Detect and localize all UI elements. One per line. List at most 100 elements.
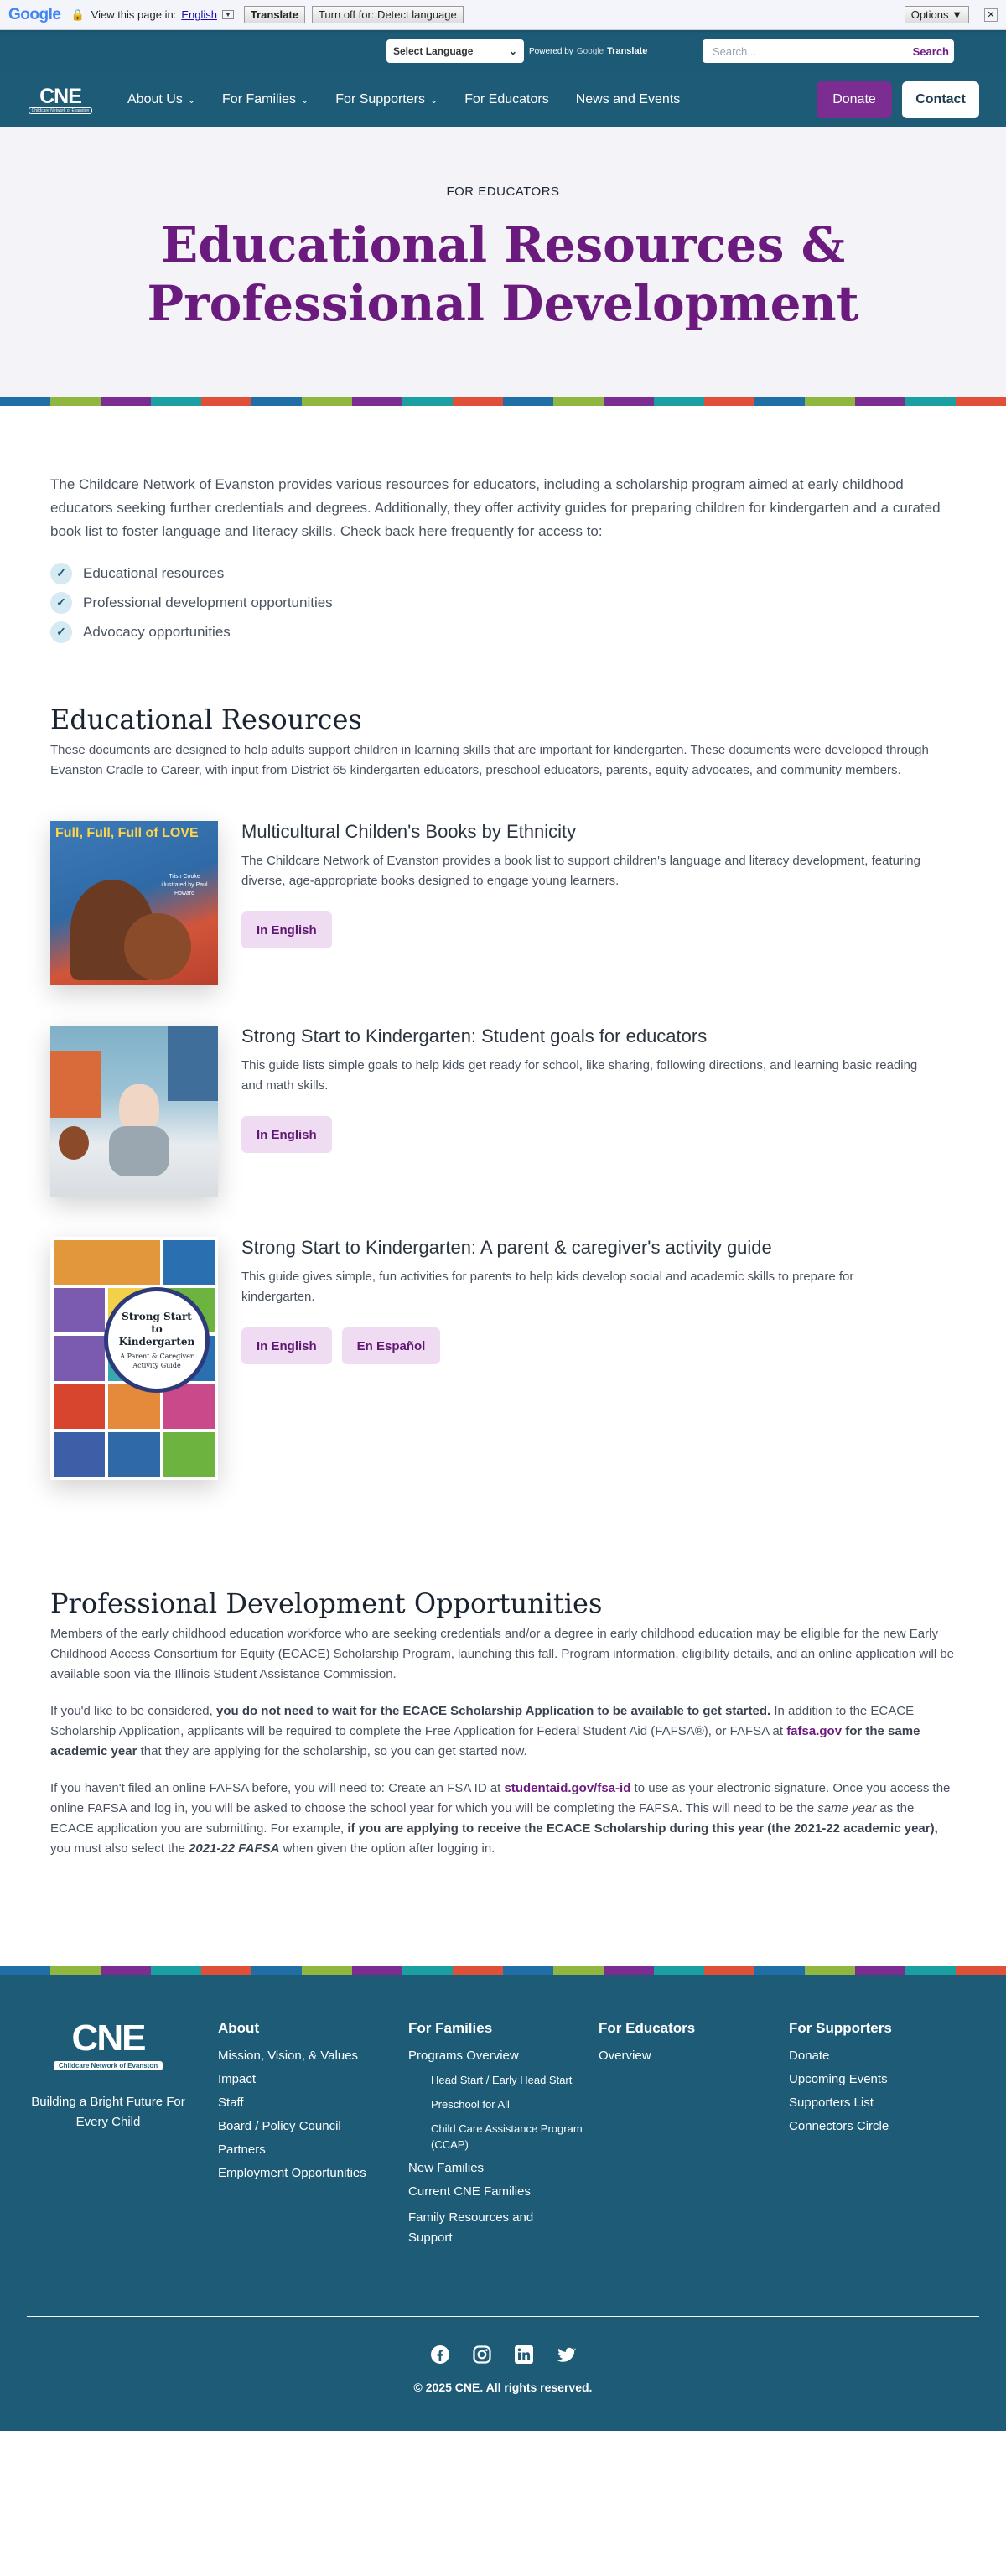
stripe-segment	[654, 1966, 704, 1975]
illustration	[124, 913, 191, 980]
footer-sublink[interactable]: Child Care Assistance Program (CCAP)	[408, 2121, 599, 2153]
cover-author: Trish Cooke	[169, 874, 200, 880]
stripe-segment	[754, 397, 805, 406]
cover-title: Full, Full, Full of LOVE	[55, 826, 199, 840]
hero: FOR EDUCATORS Educational Resources & Pr…	[0, 127, 1006, 397]
turn-off-button[interactable]: Turn off for: Detect language	[311, 6, 464, 23]
chevron-down-icon: ⌄	[301, 95, 309, 106]
instagram-icon[interactable]	[471, 2344, 493, 2366]
stripe-segment	[151, 397, 201, 406]
footer-link[interactable]: Current CNE Families	[408, 2184, 599, 2199]
footer-link[interactable]: Board / Policy Council	[218, 2119, 408, 2133]
cover-badge: Strong Start to Kindergarten A Parent & …	[104, 1287, 210, 1393]
footer-heading: About	[218, 2020, 260, 2036]
donate-button[interactable]: Donate	[817, 81, 892, 118]
footer-sublink[interactable]: Preschool for All	[408, 2096, 599, 2112]
footer-heading: For Educators	[599, 2020, 696, 2036]
list-item: ✓ Educational resources	[50, 558, 956, 588]
checklist: ✓ Educational resources ✓ Professional dev…	[50, 558, 956, 647]
footer-link[interactable]: New Families	[408, 2161, 599, 2175]
footer-link[interactable]: Programs Overview	[408, 2049, 599, 2063]
twitter-icon[interactable]	[555, 2344, 577, 2366]
stripe-segment	[302, 1966, 352, 1975]
nav-about-us[interactable]: About Us ⌄	[127, 92, 195, 107]
resource-description: This guide gives simple, fun activities …	[241, 1270, 854, 1304]
search-input[interactable]: Search... Search	[703, 39, 954, 63]
footer-link[interactable]: Donate	[789, 2049, 979, 2063]
footer-brand: CNE Childcare Network of Evanston Buildi…	[27, 2020, 189, 2257]
contact-button[interactable]: Contact	[902, 81, 979, 118]
stripe-segment	[352, 1966, 402, 1975]
stripe-segment	[956, 1966, 1006, 1975]
in-english-button[interactable]: In English	[241, 911, 332, 948]
stripe-segment	[101, 397, 151, 406]
footer-sublink[interactable]: Head Start / Early Head Start	[408, 2072, 599, 2088]
stripe-segment	[855, 1966, 905, 1975]
stripe-segment	[0, 1966, 50, 1975]
stripe-segment	[754, 1966, 805, 1975]
footer-link[interactable]: Family Resources and Support	[408, 2208, 568, 2248]
footer-link[interactable]: Impact	[218, 2072, 408, 2086]
search-button[interactable]: Search	[913, 45, 949, 58]
nav-news-events[interactable]: News and Events	[576, 92, 681, 107]
footer-logo[interactable]: CNE Childcare Network of Evanston	[27, 2020, 189, 2072]
stripe-segment	[50, 1966, 101, 1975]
guide-cover-image[interactable]: Strong Start to Kindergarten A Parent & …	[50, 1237, 218, 1480]
footer-link[interactable]: Supporters List	[789, 2096, 979, 2110]
resource-title: Strong Start to Kindergarten: Student go…	[241, 1026, 708, 1046]
footer-link[interactable]: Overview	[599, 2049, 789, 2063]
stripe-segment	[352, 397, 402, 406]
stripe-segment	[503, 397, 553, 406]
child-photo[interactable]	[50, 1026, 218, 1197]
stripe-segment	[402, 397, 453, 406]
check-icon: ✓	[50, 562, 72, 584]
footer-link[interactable]: Employment Opportunities	[218, 2166, 408, 2180]
in-english-button[interactable]: In English	[241, 1327, 332, 1364]
footer-link[interactable]: Staff	[218, 2096, 408, 2110]
main-nav: CNE Childcare Network of Evanston About …	[0, 72, 1006, 127]
stripe-segment	[855, 397, 905, 406]
intro-section: The Childcare Network of Evanston provid…	[50, 406, 956, 647]
stripe-segment	[453, 397, 503, 406]
en-espanol-button[interactable]: En Español	[341, 1327, 441, 1364]
educational-resources: Educational Resources These documents ar…	[50, 647, 956, 1480]
stripe-segment	[553, 397, 604, 406]
resource-title: Multicultural Childen's Books by Ethnici…	[241, 821, 577, 842]
facebook-icon[interactable]	[429, 2344, 451, 2366]
site-logo[interactable]: CNE Childcare Network of Evanston	[27, 86, 94, 114]
footer-link[interactable]: Connectors Circle	[789, 2119, 979, 2133]
footer-heading: For Families	[408, 2020, 493, 2036]
resource-description: This guide lists simple goals to help ki…	[241, 1058, 918, 1093]
footer-col-about: About Mission, Vision, & Values Impact S…	[218, 2020, 408, 2257]
stripe-segment	[503, 1966, 553, 1975]
in-english-button[interactable]: In English	[241, 1116, 332, 1153]
footer-col-educators: For Educators Overview	[599, 2020, 789, 2257]
nav-for-families[interactable]: For Families ⌄	[222, 92, 309, 107]
paragraph: Members of the early childhood education…	[50, 1627, 955, 1681]
language-select[interactable]: Select Language ⌄	[386, 39, 524, 63]
translate-button[interactable]: Translate	[243, 6, 305, 23]
footer-link[interactable]: Upcoming Events	[789, 2072, 979, 2086]
translate-prompt: View this page in:	[91, 8, 177, 21]
close-icon[interactable]: ✕	[984, 8, 998, 22]
intro-text: The Childcare Network of Evanston provid…	[50, 476, 941, 539]
book-cover-image[interactable]: Full, Full, Full of LOVE Trish Cooke illu…	[50, 821, 218, 985]
chevron-down-icon: ⌄	[508, 45, 517, 57]
nav-for-supporters[interactable]: For Supporters ⌄	[335, 92, 438, 107]
paragraph: If you haven't filed an online FAFSA bef…	[50, 1781, 951, 1856]
stripe-segment	[252, 1966, 302, 1975]
professional-development: Professional Development Opportunities M…	[50, 1480, 956, 1859]
nav-for-educators[interactable]: For Educators	[464, 92, 548, 107]
resource-title: Strong Start to Kindergarten: A parent &…	[241, 1237, 772, 1258]
chevron-down-icon[interactable]: ▼	[221, 10, 234, 19]
fsa-id-link[interactable]: studentaid.gov/fsa-id	[505, 1781, 631, 1795]
footer-link[interactable]: Mission, Vision, & Values	[218, 2049, 408, 2063]
linkedin-icon[interactable]	[513, 2344, 535, 2366]
resource-card: Strong Start to Kindergarten: Student go…	[50, 1026, 956, 1197]
language-link[interactable]: English	[181, 8, 217, 21]
footer-link[interactable]: Partners	[218, 2142, 408, 2157]
toy-bear	[59, 1126, 89, 1160]
lock-icon: 🔒	[70, 8, 85, 21]
fafsa-link[interactable]: fafsa.gov	[786, 1724, 842, 1738]
options-button[interactable]: Options ▼	[904, 6, 969, 23]
